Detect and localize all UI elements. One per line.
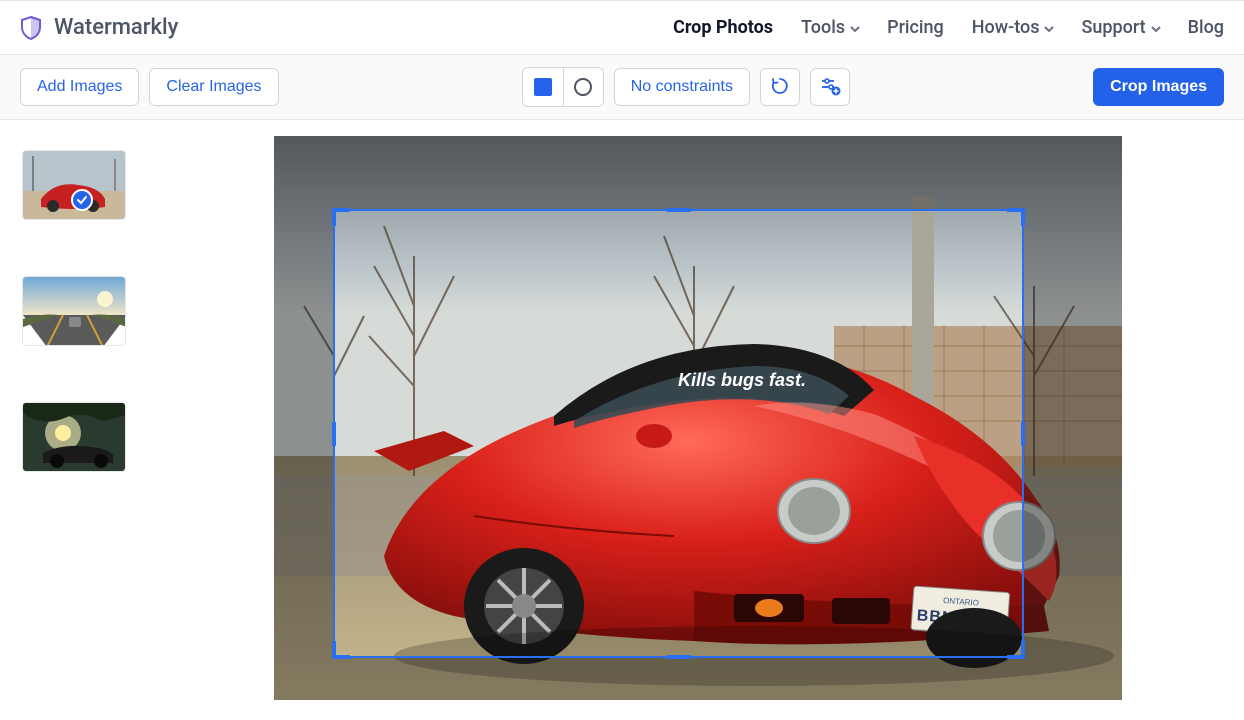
toolbar: Add Images Clear Images No constraints (0, 55, 1244, 120)
thumbnail-2[interactable] (22, 276, 126, 346)
adjust-crop-button[interactable] (810, 68, 850, 106)
thumbnail-image (23, 277, 126, 346)
circle-icon (574, 78, 592, 96)
clear-images-button[interactable]: Clear Images (149, 68, 278, 106)
selected-check-icon (71, 189, 93, 211)
rotate-button[interactable] (760, 68, 800, 106)
crop-handle-tr[interactable] (1021, 208, 1025, 226)
chevron-down-icon (1043, 23, 1053, 33)
crop-images-button[interactable]: Crop Images (1093, 68, 1224, 106)
workspace: Kills bugs fast. ONTARIO (0, 120, 1244, 710)
image-canvas[interactable]: Kills bugs fast. ONTARIO (274, 136, 1122, 700)
nav-pricing[interactable]: Pricing (887, 17, 944, 38)
thumbnail-image (23, 403, 126, 472)
crop-handle-bl[interactable] (332, 641, 336, 659)
nav-blog[interactable]: Blog (1188, 17, 1224, 38)
nav-item-label: Blog (1188, 17, 1224, 38)
brand[interactable]: Watermarkly (20, 15, 178, 40)
thumbnail-3[interactable] (22, 402, 126, 472)
chevron-down-icon (849, 23, 859, 33)
nav-support[interactable]: Support (1081, 17, 1159, 38)
shield-logo-icon (20, 16, 42, 40)
crop-handle-left[interactable] (332, 422, 336, 446)
main-nav: Crop Photos Tools Pricing How-tos Suppor… (673, 17, 1224, 38)
brand-name: Watermarkly (54, 15, 178, 40)
chevron-down-icon (1150, 23, 1160, 33)
nav-item-label: Crop Photos (673, 17, 773, 38)
nav-item-label: How-tos (972, 17, 1040, 38)
nav-crop-photos[interactable]: Crop Photos (673, 17, 773, 38)
add-images-button[interactable]: Add Images (20, 68, 139, 106)
nav-item-label: Support (1081, 17, 1145, 38)
crop-handle-tl[interactable] (332, 208, 336, 226)
dim-top (274, 136, 1122, 209)
square-icon (534, 78, 552, 96)
crop-shape-toggle (522, 67, 604, 107)
crop-selection[interactable] (333, 209, 1024, 657)
crop-handle-top[interactable] (667, 208, 691, 212)
dim-bottom (274, 658, 1122, 700)
dim-left (274, 209, 333, 657)
circle-shape-button[interactable] (563, 68, 603, 106)
top-header: Watermarkly Crop Photos Tools Pricing Ho… (0, 0, 1244, 55)
crop-handle-bottom[interactable] (667, 655, 691, 659)
nav-tools[interactable]: Tools (801, 17, 859, 38)
dim-right (1024, 209, 1122, 657)
crop-handle-right[interactable] (1021, 422, 1025, 446)
thumbnail-1[interactable] (22, 150, 126, 220)
nav-item-label: Pricing (887, 17, 944, 38)
nav-how-tos[interactable]: How-tos (972, 17, 1054, 38)
rectangle-shape-button[interactable] (523, 68, 563, 106)
nav-item-label: Tools (801, 17, 845, 38)
rotate-icon (770, 76, 790, 99)
aspect-ratio-button[interactable]: No constraints (614, 68, 750, 106)
thumbnail-sidebar (0, 120, 170, 710)
thumbnail-image (23, 151, 126, 220)
sliders-plus-icon (819, 75, 841, 100)
crop-handle-br[interactable] (1021, 641, 1025, 659)
canvas-area: Kills bugs fast. ONTARIO (170, 120, 1244, 710)
